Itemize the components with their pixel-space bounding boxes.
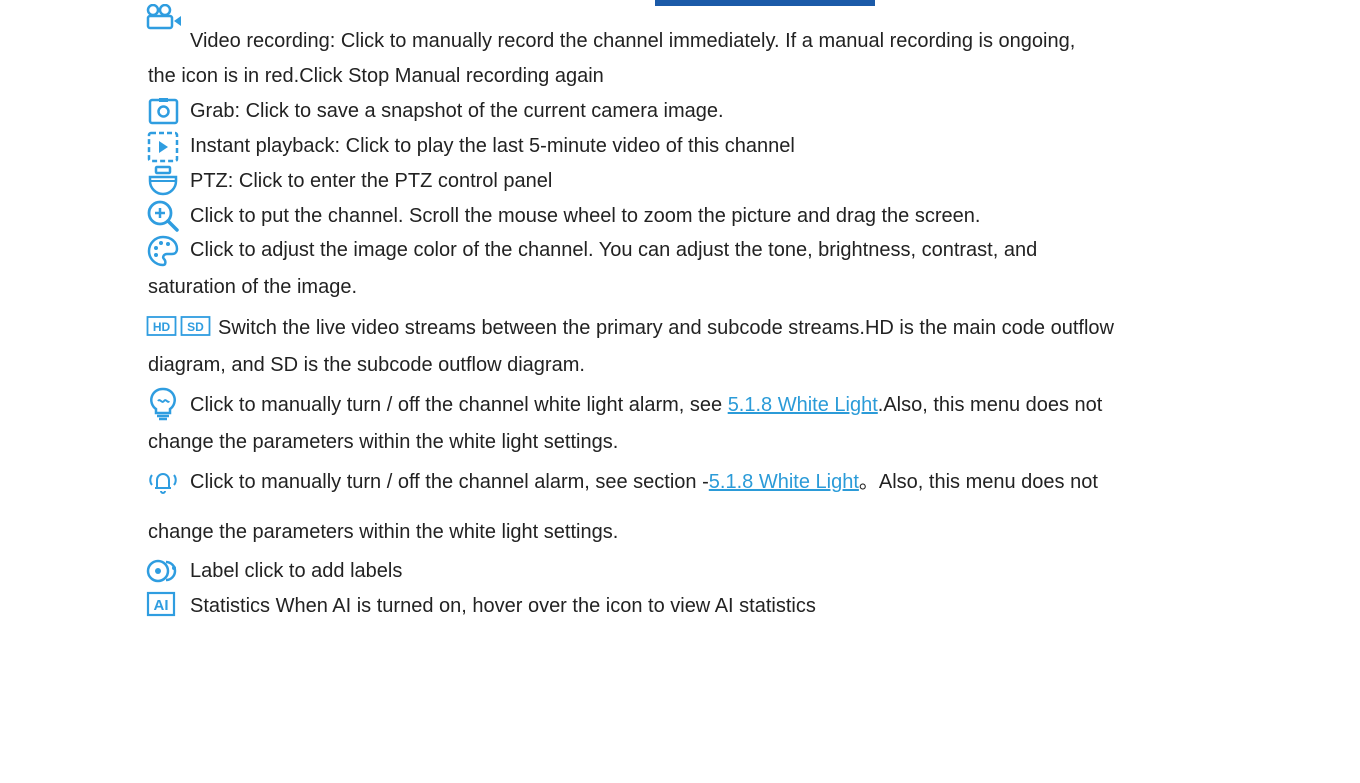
palette-icon[interactable] [146, 234, 180, 268]
top-image-edge [655, 0, 875, 6]
item-video-recording-line-2: the icon is in red.Click Stop Manual rec… [148, 65, 604, 87]
item-palette-line-1: Click to adjust the image color of the c… [190, 239, 1038, 261]
ai-statistics-icon[interactable]: AI [146, 591, 178, 617]
item-video-recording-line-1: Video recording: Click to manually recor… [190, 30, 1076, 52]
hd-sd-icon[interactable]: HD SD [146, 315, 212, 337]
instant-playback-icon[interactable] [147, 131, 179, 163]
label-icon[interactable] [146, 556, 184, 586]
video-recording-icon[interactable] [146, 4, 190, 30]
item-alarm-text-after: 。Also, this menu does not [858, 471, 1098, 493]
white-light-section-link[interactable]: 5.1.8 White Light [728, 394, 878, 416]
white-light-icon[interactable] [148, 387, 178, 421]
item-instant-playback-text: Instant playback: Click to play the last… [190, 135, 795, 157]
item-label-text: Label click to add labels [190, 560, 403, 582]
item-palette-line-2: saturation of the image. [148, 276, 358, 298]
item-zoom-text: Click to put the channel. Scroll the mou… [190, 205, 981, 227]
alarm-bell-icon[interactable] [146, 469, 180, 495]
item-alarm-line-2: change the parameters within the white l… [148, 521, 619, 543]
item-hd-sd-line-2: diagram, and SD is the subcode outflow d… [148, 354, 585, 376]
sd-icon-label: SD [187, 320, 204, 334]
item-white-light-text-before: Click to manually turn / off the channel… [190, 394, 728, 416]
item-ptz-text: PTZ: Click to enter the PTZ control pane… [190, 170, 553, 192]
item-grab-text: Grab: Click to save a snapshot of the cu… [190, 100, 724, 122]
item-alarm-text-before: Click to manually turn / off the channel… [190, 471, 709, 493]
zoom-in-icon[interactable] [146, 199, 180, 233]
item-white-light-line-2: change the parameters within the white l… [148, 431, 619, 453]
camera-grab-icon[interactable] [148, 96, 180, 126]
hd-icon-label: HD [153, 320, 171, 334]
item-hd-sd-line-1: Switch the live video streams between th… [218, 317, 1114, 339]
item-alarm-line-1: Click to manually turn / off the channel… [190, 470, 1098, 494]
ai-icon-label: AI [154, 597, 169, 614]
item-white-light-line-1: Click to manually turn / off the channel… [190, 393, 1102, 417]
ptz-icon[interactable] [146, 165, 180, 199]
item-ai-statistics-text: Statistics When AI is turned on, hover o… [190, 595, 816, 617]
item-white-light-text-after: .Also, this menu does not [877, 394, 1103, 416]
alarm-section-link[interactable]: 5.1.8 White Light [709, 471, 859, 493]
